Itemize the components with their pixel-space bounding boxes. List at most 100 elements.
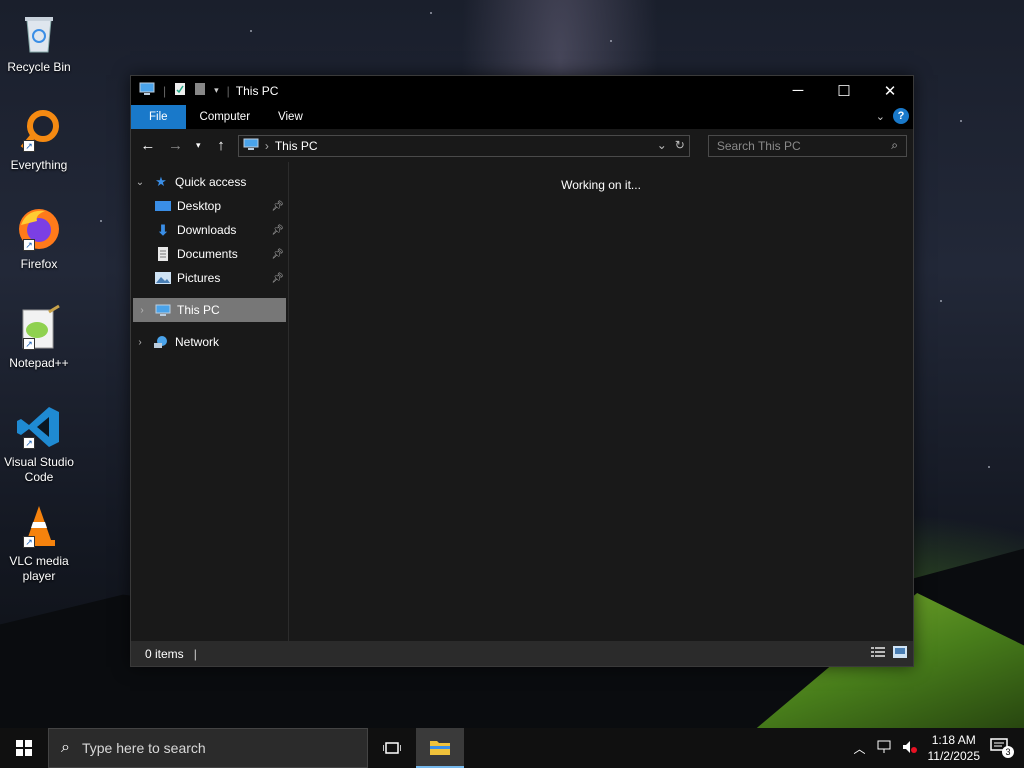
nav-label: Downloads bbox=[177, 223, 237, 237]
network-status-icon[interactable] bbox=[876, 740, 892, 757]
maximize-button[interactable]: ☐ bbox=[821, 76, 867, 105]
task-view-icon bbox=[383, 742, 401, 754]
qat-dropdown-icon[interactable]: ▾ bbox=[214, 85, 219, 96]
desktop-icon-label: Recycle Bin bbox=[7, 60, 71, 74]
desktop-icon-vscode[interactable]: ↗ Visual Studio Code bbox=[4, 403, 74, 485]
nav-quick-access[interactable]: ⌄ ★ Quick access bbox=[131, 170, 288, 194]
this-pc-icon bbox=[243, 138, 259, 154]
search-icon: ⌕ bbox=[891, 137, 899, 152]
desktop-icon-label: VLC media player bbox=[9, 554, 69, 583]
this-pc-icon bbox=[139, 82, 155, 99]
breadcrumb[interactable]: This PC bbox=[275, 139, 318, 153]
back-button[interactable]: ← bbox=[137, 135, 159, 157]
shortcut-arrow-icon: ↗ bbox=[23, 536, 35, 548]
desktop-icon-label: Everything bbox=[10, 158, 68, 172]
tab-computer[interactable]: Computer bbox=[186, 105, 265, 129]
loading-message: Working on it... bbox=[561, 178, 641, 192]
nav-label: Desktop bbox=[177, 199, 222, 213]
nav-label: This PC bbox=[177, 303, 220, 317]
large-icons-view-icon[interactable] bbox=[893, 646, 907, 658]
expand-arrow-icon[interactable]: › bbox=[133, 305, 151, 316]
desktop-icon-recycle-bin[interactable]: Recycle Bin bbox=[4, 8, 74, 75]
refresh-icon[interactable]: ↻ bbox=[675, 138, 685, 152]
nav-pictures[interactable]: Pictures 📌︎ bbox=[131, 266, 288, 290]
nav-downloads[interactable]: ⬇ Downloads 📌︎ bbox=[131, 218, 288, 242]
pin-icon: 📌︎ bbox=[271, 200, 284, 212]
this-pc-icon bbox=[155, 303, 171, 317]
show-hidden-icons-icon[interactable]: ︿ bbox=[853, 740, 865, 757]
shortcut-arrow-icon: ↗ bbox=[23, 437, 35, 449]
shortcut-arrow-icon: ↗ bbox=[23, 338, 35, 350]
desktop-icon-everything[interactable]: ↗ Everything bbox=[4, 106, 74, 173]
address-bar[interactable]: › This PC ⌄ ↻ bbox=[237, 134, 690, 157]
desktop-icon-label: Visual Studio Code bbox=[4, 455, 74, 484]
clock-time: 1:18 AM bbox=[931, 733, 976, 747]
notification-badge: 3 bbox=[1002, 746, 1014, 758]
nav-label: Pictures bbox=[177, 271, 221, 285]
pin-icon: 📌︎ bbox=[271, 224, 284, 236]
file-explorer-window: | ▾ | This PC ─ ☐ ✕ File Computer View ⌄… bbox=[130, 75, 914, 667]
address-dropdown-icon[interactable]: ⌄ bbox=[657, 138, 667, 152]
ribbon-tabs: File Computer View ⌄ ? bbox=[131, 105, 913, 129]
network-icon bbox=[153, 335, 169, 349]
taskbar-file-explorer[interactable] bbox=[416, 728, 464, 768]
start-button[interactable] bbox=[0, 728, 48, 768]
vlc-cone-icon: ↗ bbox=[15, 502, 63, 550]
nav-documents[interactable]: Documents 📌︎ bbox=[131, 242, 288, 266]
tab-view[interactable]: View bbox=[264, 105, 317, 129]
forward-button[interactable]: → bbox=[165, 135, 187, 157]
title-bar: | ▾ | This PC ─ ☐ ✕ bbox=[131, 76, 913, 105]
desktop-icon-notepadpp[interactable]: ↗ Notepad++ bbox=[4, 304, 74, 371]
minimize-button[interactable]: ─ bbox=[775, 76, 821, 105]
expand-arrow-icon[interactable]: ⌄ bbox=[131, 177, 149, 188]
item-count: 0 items bbox=[145, 646, 184, 661]
clock[interactable]: 1:18 AM 11/2/2025 bbox=[928, 732, 981, 764]
search-input[interactable]: Search This PC ⌕ bbox=[707, 134, 908, 157]
desktop-icon-firefox[interactable]: ↗ Firefox bbox=[4, 205, 74, 272]
help-button[interactable]: ? bbox=[893, 108, 909, 124]
windows-logo-icon bbox=[16, 740, 32, 756]
expand-ribbon-icon[interactable]: ⌄ bbox=[876, 110, 885, 123]
file-list-area[interactable]: Working on it... bbox=[289, 162, 913, 641]
tab-file[interactable]: File bbox=[131, 105, 186, 129]
shortcut-arrow-icon: ↗ bbox=[23, 239, 35, 251]
breadcrumb-separator-icon: › bbox=[264, 138, 269, 153]
properties-icon[interactable] bbox=[174, 82, 186, 99]
nav-label: Network bbox=[175, 335, 220, 349]
picture-icon bbox=[155, 271, 171, 285]
navigation-pane: ⌄ ★ Quick access Desktop 📌︎ ⬇ Downloads … bbox=[131, 162, 289, 641]
search-placeholder: Search This PC bbox=[716, 138, 801, 153]
recent-locations-button[interactable]: ▾ bbox=[192, 135, 204, 157]
task-view-button[interactable] bbox=[368, 728, 416, 768]
shortcut-arrow-icon: ↗ bbox=[23, 140, 35, 152]
taskbar-search-box[interactable]: ⌕ Type here to search bbox=[48, 728, 368, 768]
nav-desktop[interactable]: Desktop 📌︎ bbox=[131, 194, 288, 218]
everything-search-icon: ↗ bbox=[15, 106, 63, 154]
desktop-icon-label: Notepad++ bbox=[9, 356, 69, 370]
star-icon: ★ bbox=[155, 174, 167, 189]
nav-label: Quick access bbox=[175, 175, 247, 189]
navigation-bar: ← → ▾ ↑ › This PC ⌄ ↻ Search This PC ⌕ bbox=[131, 129, 913, 162]
new-folder-icon[interactable] bbox=[194, 82, 206, 99]
pin-icon: 📌︎ bbox=[271, 248, 284, 260]
window-title: This PC bbox=[235, 83, 279, 98]
details-view-icon[interactable] bbox=[871, 646, 885, 658]
desktop-folder-icon bbox=[155, 199, 171, 213]
document-icon bbox=[155, 247, 171, 261]
desktop-icon-label: Firefox bbox=[20, 257, 58, 271]
recycle-bin-icon bbox=[15, 8, 63, 56]
expand-arrow-icon[interactable]: › bbox=[131, 337, 149, 348]
close-button[interactable]: ✕ bbox=[867, 76, 913, 105]
nav-network[interactable]: › Network bbox=[131, 330, 288, 354]
up-button[interactable]: ↑ bbox=[210, 135, 232, 157]
volume-muted-icon[interactable] bbox=[902, 740, 918, 757]
notepadpp-icon: ↗ bbox=[15, 304, 63, 352]
nav-label: Documents bbox=[177, 247, 238, 261]
clock-date: 11/2/2025 bbox=[927, 749, 981, 763]
pin-icon: 📌︎ bbox=[271, 272, 284, 284]
download-arrow-icon: ⬇ bbox=[157, 221, 169, 238]
desktop-icon-vlc[interactable]: ↗ VLC media player bbox=[4, 502, 74, 584]
folder-icon bbox=[430, 741, 450, 755]
nav-this-pc[interactable]: › This PC bbox=[133, 298, 286, 322]
action-center-button[interactable]: 3 bbox=[990, 738, 1014, 758]
